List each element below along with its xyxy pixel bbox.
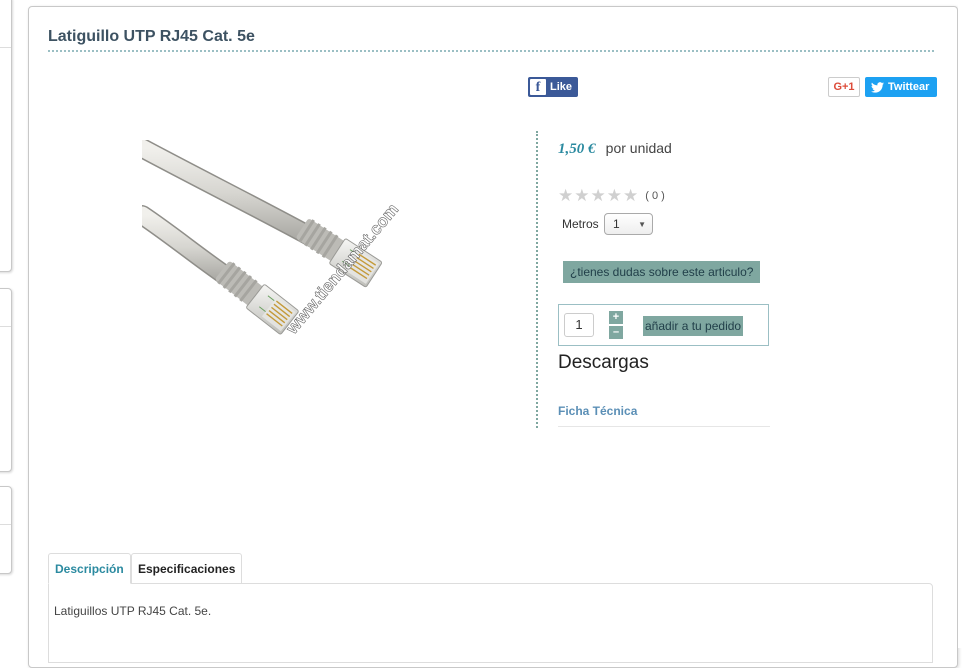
facebook-icon: f	[530, 79, 546, 95]
star-icon[interactable]: ★	[558, 187, 573, 204]
price-amount: 1,50 €	[558, 141, 596, 157]
quantity-input[interactable]: 1	[564, 313, 594, 337]
star-icon[interactable]: ★	[574, 187, 589, 204]
quantity-minus-button[interactable]: –	[609, 326, 623, 339]
tab-descripcion[interactable]: Descripción	[48, 553, 131, 584]
detail-divider	[536, 131, 539, 428]
star-icon[interactable]: ★	[607, 187, 622, 204]
rating-stars: ★ ★ ★ ★ ★ ( 0 )	[558, 187, 665, 204]
download-item-ficha-tecnica[interactable]: Ficha Técnica	[558, 404, 770, 427]
sidebar-box-1	[0, 0, 12, 272]
google-plus-button[interactable]: G+1	[828, 77, 860, 97]
tab-especificaciones[interactable]: Especificaciones	[131, 553, 243, 584]
twitter-button[interactable]: Twittear	[865, 77, 938, 97]
scroll-rail	[958, 0, 976, 648]
twitter-bird-icon	[871, 81, 884, 93]
sidebar-box-2	[0, 288, 12, 472]
metros-select[interactable]: 1 ▼	[604, 213, 653, 235]
facebook-like-button[interactable]: f Like	[528, 77, 579, 97]
quantity-plus-button[interactable]: +	[609, 311, 623, 324]
tab-content	[48, 583, 933, 663]
ask-question-button[interactable]: ¿tienes dudas sobre este articulo?	[563, 261, 761, 283]
sidebar-box-3	[0, 486, 12, 574]
downloads-title: Descargas	[558, 352, 649, 373]
chevron-down-icon: ▼	[638, 219, 646, 229]
twitter-label: Twittear	[888, 81, 930, 93]
facebook-like-label: Like	[550, 81, 573, 93]
star-icon[interactable]: ★	[623, 187, 638, 204]
rating-count: ( 0 )	[645, 190, 665, 202]
metros-select-value: 1	[613, 217, 620, 231]
description-text: Latiguillos UTP RJ45 Cat. 5e.	[54, 604, 212, 618]
star-icon[interactable]: ★	[591, 187, 606, 204]
product-title: Latiguillo UTP RJ45 Cat. 5e	[48, 28, 934, 52]
add-to-cart-button[interactable]: añadir a tu pedido	[643, 316, 744, 336]
price-unit: por unidad	[605, 140, 672, 156]
price-block: 1,50 € por unidad	[558, 140, 672, 158]
product-image[interactable]: www.tiendamat.com	[142, 140, 434, 360]
metros-label: Metros	[562, 217, 599, 231]
